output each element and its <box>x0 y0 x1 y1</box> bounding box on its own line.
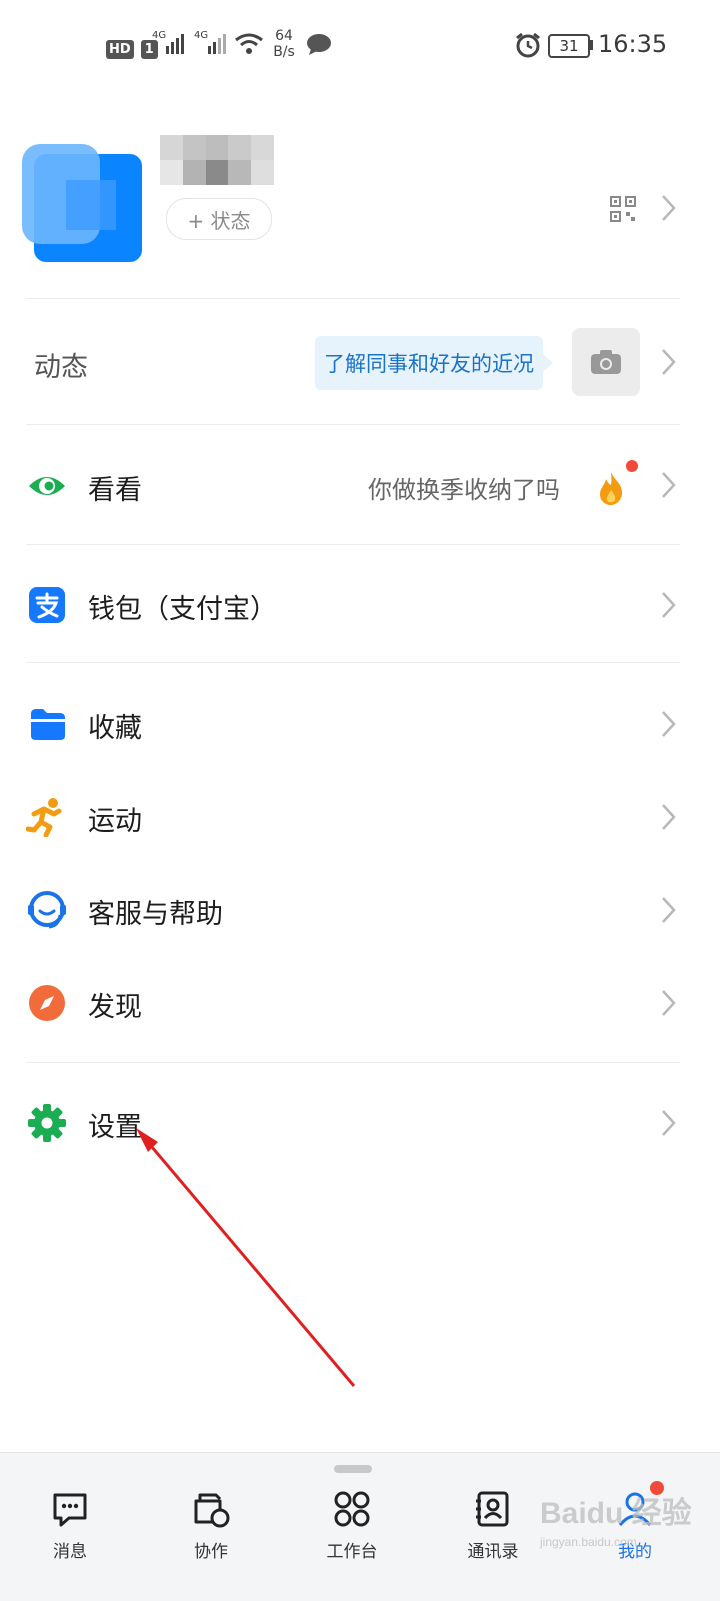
tab-collab-label: 协作 <box>194 1542 228 1562</box>
chat-notification-icon <box>306 32 332 62</box>
status-bar: HD 1 4G 4G 64 B/s 31 16:35 <box>0 0 720 90</box>
collab-icon <box>194 1493 230 1528</box>
tab-messages[interactable]: 消息 <box>20 1489 120 1562</box>
kankan-label: 看看 <box>88 475 142 506</box>
dongtai-label: 动态 <box>34 352 88 383</box>
dongtai-chevron-icon <box>662 349 676 375</box>
contacts-icon <box>476 1491 509 1527</box>
settings-chevron-icon <box>662 1110 676 1136</box>
alarm-icon <box>514 32 542 64</box>
watermark-url: jingyan.baidu.com <box>540 1535 637 1549</box>
signal-2-icon: 4G <box>192 30 232 62</box>
kankan-chevron-icon <box>662 472 676 498</box>
customer-service-icon <box>28 891 66 929</box>
discover-label: 发现 <box>88 992 142 1023</box>
divider <box>26 1062 680 1063</box>
signal-1-icon: 4G <box>150 30 190 62</box>
service-label: 客服与帮助 <box>88 899 223 930</box>
running-icon <box>26 798 62 837</box>
folder-icon <box>31 709 65 740</box>
kankan-new-dot <box>626 460 638 472</box>
add-status-button[interactable]: + 状态 <box>166 198 272 240</box>
sport-label: 运动 <box>88 806 142 837</box>
qr-code-icon[interactable] <box>610 196 636 222</box>
tab-messages-label: 消息 <box>53 1542 87 1562</box>
avatar[interactable] <box>22 132 144 264</box>
alipay-icon <box>29 587 65 623</box>
tab-workbench-label: 工作台 <box>326 1542 378 1562</box>
sport-chevron-icon <box>662 804 676 830</box>
divider <box>26 544 680 545</box>
favorites-chevron-icon <box>662 711 676 737</box>
compass-icon <box>29 985 65 1021</box>
wallet-chevron-icon <box>662 592 676 618</box>
battery-icon: 31 <box>548 34 593 58</box>
message-icon <box>53 1493 87 1527</box>
workbench-icon <box>334 1491 370 1527</box>
camera-icon[interactable] <box>572 328 640 396</box>
gear-icon <box>28 1104 66 1142</box>
discover-chevron-icon <box>662 990 676 1016</box>
divider <box>26 662 680 663</box>
annotation-arrow <box>136 1128 356 1387</box>
favorites-label: 收藏 <box>88 713 142 744</box>
divider <box>26 298 680 299</box>
dongtai-hint-bubble: 了解同事和好友的近况 <box>315 336 553 390</box>
net-speed: 64 B/s <box>273 28 295 60</box>
wallet-label: 钱包（支付宝） <box>88 594 277 625</box>
watermark-brand: Baidu 经验 <box>540 1497 692 1530</box>
tab-collab[interactable]: 协作 <box>161 1489 261 1562</box>
tab-workbench[interactable]: 工作台 <box>302 1489 402 1562</box>
clock: 16:35 <box>598 30 668 58</box>
divider <box>26 424 680 425</box>
fire-icon <box>600 472 623 505</box>
add-status-label: + 状态 <box>187 208 251 233</box>
kankan-hint: 你做换季收纳了吗 <box>368 476 560 504</box>
eye-icon <box>29 477 65 495</box>
tab-contacts-label: 通讯录 <box>467 1542 519 1562</box>
username-redacted <box>160 135 274 185</box>
service-chevron-icon <box>662 897 676 923</box>
wifi-icon <box>234 32 264 62</box>
drag-handle[interactable] <box>334 1465 372 1473</box>
profile-chevron-icon[interactable] <box>660 193 678 223</box>
tab-contacts[interactable]: 通讯录 <box>443 1489 543 1562</box>
